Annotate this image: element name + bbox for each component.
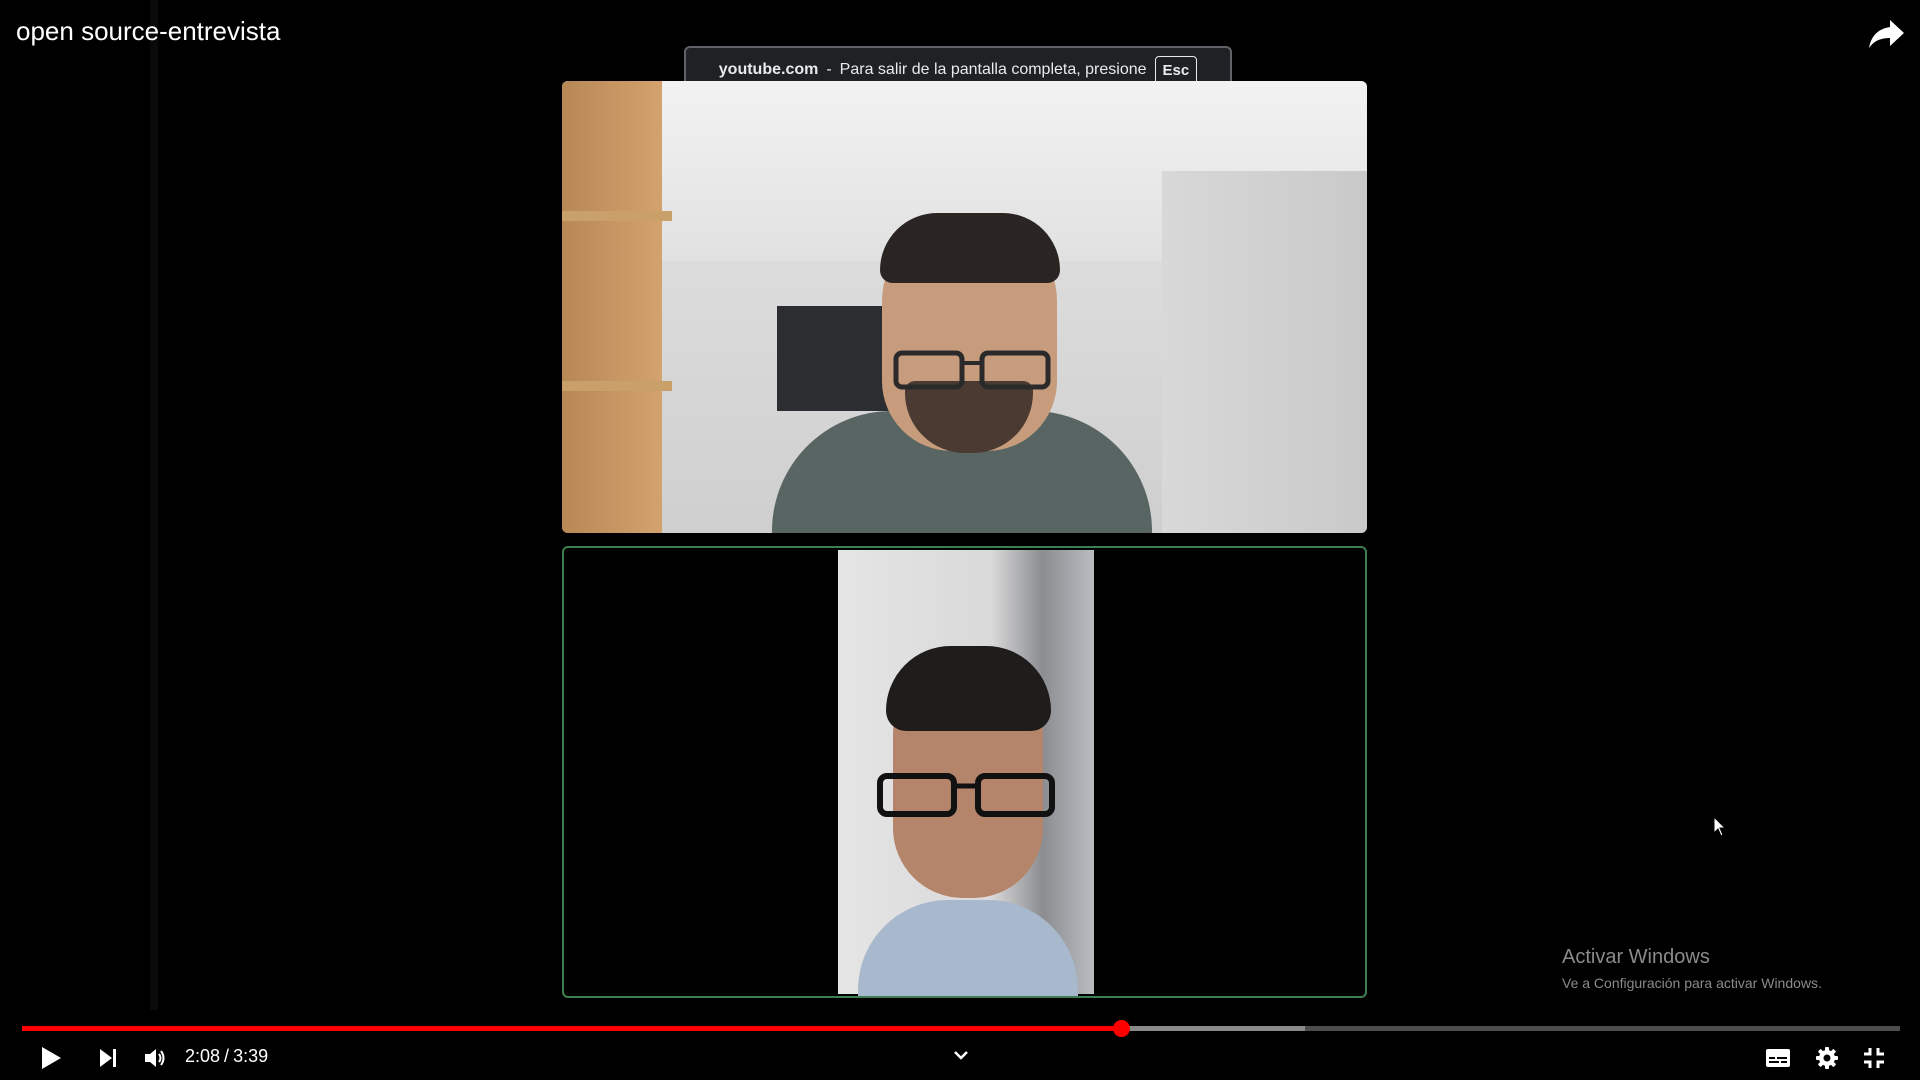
participant-feed xyxy=(838,550,1094,996)
current-time: 2:08 xyxy=(185,1046,221,1066)
share-button[interactable] xyxy=(1866,16,1908,52)
next-button[interactable] xyxy=(90,1040,126,1076)
watermark-subtitle: Ve a Configuración para activar Windows. xyxy=(1562,975,1822,991)
play-button[interactable] xyxy=(33,1040,69,1076)
share-icon xyxy=(1869,20,1904,48)
progress-bar[interactable] xyxy=(22,1020,1900,1037)
exit-fullscreen-icon xyxy=(1864,1048,1884,1068)
time-display: 2:08/3:39 xyxy=(185,1046,268,1067)
chevron-down-icon xyxy=(954,1051,968,1060)
video-player[interactable]: open source-entrevista youtube.com - Par… xyxy=(0,0,1920,1080)
scrubber-handle[interactable] xyxy=(1112,1020,1130,1037)
volume-button[interactable] xyxy=(137,1040,173,1076)
participant-hair xyxy=(886,646,1051,731)
background-strip xyxy=(150,0,158,1010)
toast-message: Para salir de la pantalla completa, pres… xyxy=(839,61,1147,78)
toast-separator: - xyxy=(826,61,832,78)
glasses-icon xyxy=(877,773,1055,817)
room-shelf xyxy=(562,81,672,533)
subtitles-button[interactable] xyxy=(1760,1040,1796,1076)
chevron-button[interactable] xyxy=(948,1044,974,1066)
shelf-board xyxy=(562,211,672,221)
exit-fullscreen-button[interactable] xyxy=(1856,1040,1892,1076)
time-separator: / xyxy=(224,1046,230,1066)
glasses-icon xyxy=(893,350,1051,390)
subtitles-icon xyxy=(1766,1049,1790,1067)
play-icon xyxy=(42,1047,61,1069)
duration: 3:39 xyxy=(233,1046,269,1066)
played-bar xyxy=(22,1026,1121,1031)
mouse-cursor-icon xyxy=(1713,816,1727,837)
gear-icon xyxy=(1816,1047,1838,1069)
toast-domain: youtube.com xyxy=(718,61,819,78)
settings-button[interactable] xyxy=(1809,1040,1845,1076)
shelf-board xyxy=(562,381,672,391)
watermark-title: Activar Windows xyxy=(1562,946,1710,968)
control-bar: 2:08/3:39 xyxy=(0,1036,1920,1080)
windows-activation-watermark: Activar Windows Ve a Configuración para … xyxy=(1562,946,1822,991)
participant-video-bottom xyxy=(562,546,1367,998)
participant-hair xyxy=(880,213,1060,283)
video-title[interactable]: open source-entrevista xyxy=(16,16,280,47)
participant-video-top xyxy=(562,81,1367,533)
next-icon xyxy=(100,1049,116,1067)
participant-shirt xyxy=(858,900,1078,996)
room-wall xyxy=(1162,171,1367,533)
volume-icon xyxy=(145,1049,165,1067)
